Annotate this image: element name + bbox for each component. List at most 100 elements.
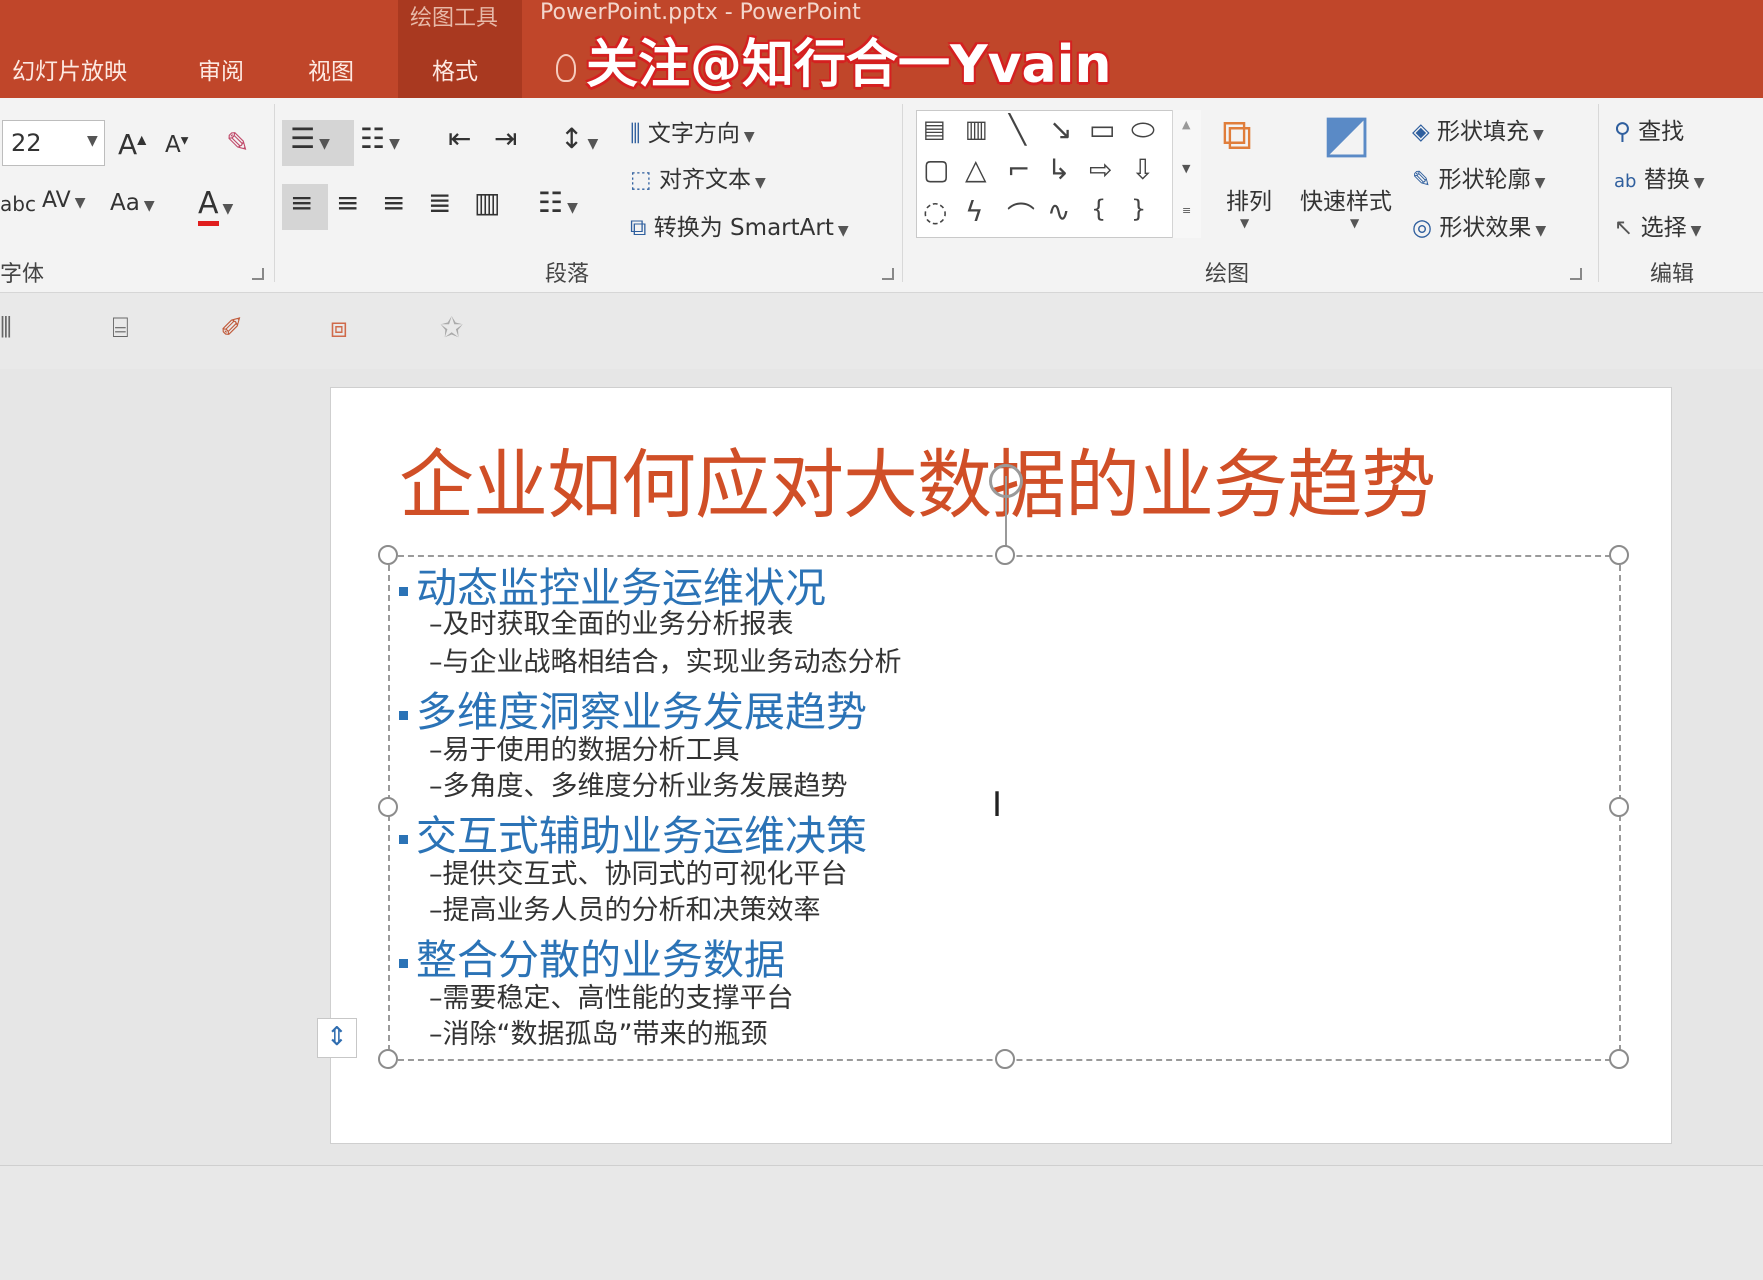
grow-font-button[interactable]: A▲ <box>118 128 146 161</box>
font-size-select[interactable]: 22 ▼ <box>2 120 105 166</box>
tab-format[interactable]: 格式 <box>432 52 478 86</box>
decrease-indent-icon: ⇤ <box>448 122 472 155</box>
quick-styles-button[interactable]: 快速样式 <box>1300 182 1392 216</box>
align-horizontal-icon[interactable]: ⫴ <box>0 311 12 345</box>
animation-star-icon[interactable]: ✩ <box>440 311 463 344</box>
resize-handle-top-right[interactable] <box>1609 545 1629 565</box>
resize-handle-top-left[interactable] <box>378 545 398 565</box>
shape-fill-button[interactable]: ◈ 形状填充 ▼ <box>1412 112 1544 146</box>
line-spacing-button[interactable]: ↕ ▼ <box>560 122 598 155</box>
shape-effects-label: 形状效果 <box>1439 215 1532 241</box>
columns-icon: ☷ <box>538 186 564 219</box>
arrange-button[interactable]: 排列 <box>1226 182 1272 216</box>
scroll-down-icon[interactable]: ▼ <box>1182 162 1190 175</box>
convert-smartart-label: 转换为 SmartArt <box>653 215 834 241</box>
tab-view[interactable]: 视图 <box>308 52 354 86</box>
resize-handle-bottom-left[interactable] <box>378 1049 398 1069</box>
new-slide-icon[interactable]: ⧈ <box>330 311 348 345</box>
resize-handle-right[interactable] <box>1609 797 1629 817</box>
resize-handle-left[interactable] <box>378 797 398 817</box>
elbow-connector-shape-icon[interactable]: ⌐ <box>1007 153 1030 186</box>
shape-gallery[interactable]: ▤ ▥ ╲ ↘ ▭ ⬭ ▢ △ ⌐ ↳ ⇨ ⇩ ◌ ϟ ⌒ ∿ { } <box>916 110 1201 238</box>
find-button[interactable]: ⚲ 查找 <box>1614 112 1684 146</box>
strikethrough-button[interactable]: abc <box>0 192 36 216</box>
pen-icon: ✎ <box>1412 167 1432 193</box>
text-direction-button[interactable]: ⫼ 文字方向 ▼ <box>630 114 755 148</box>
tab-review[interactable]: 审阅 <box>198 52 244 86</box>
watermark-overlay: 关注@知行合一Yvain <box>586 35 1112 95</box>
autofit-options-button[interactable]: ⇕ <box>317 1018 357 1058</box>
text-cursor-icon: I <box>992 785 1003 825</box>
triangle-shape-icon[interactable]: △ <box>965 153 987 186</box>
drawing-dialog-launcher[interactable] <box>1570 268 1582 280</box>
numbering-button[interactable]: ☷ ▼ <box>360 122 400 155</box>
shape-effects-button[interactable]: ◎ 形状效果 ▼ <box>1412 208 1546 242</box>
arc-shape-icon[interactable]: ⌒ <box>1007 195 1035 235</box>
paragraph-dialog-launcher[interactable] <box>882 268 894 280</box>
quick-styles-icon: ◩ <box>1322 104 1372 164</box>
format-painter-icon[interactable]: ✐ <box>220 311 243 344</box>
shape-gallery-scrollbar[interactable]: ▲ ▼ ≡ <box>1172 110 1201 238</box>
chevron-down-icon: ▼ <box>1535 223 1547 239</box>
align-text-icon: ⬚ <box>630 167 652 193</box>
resize-handle-bottom-right[interactable] <box>1609 1049 1629 1069</box>
curve-shape-icon[interactable]: ∿ <box>1047 195 1070 228</box>
char-spacing-button[interactable]: AV ▼ <box>42 188 85 213</box>
align-right-icon: ≡ <box>382 186 406 219</box>
gallery-more-icon[interactable]: ≡ <box>1182 204 1191 217</box>
left-brace-shape-icon[interactable]: { <box>1091 195 1106 223</box>
oval-shape-icon[interactable]: ⬭ <box>1131 113 1155 147</box>
chevron-down-icon: ▼ <box>1534 175 1546 191</box>
align-text-button[interactable]: ⬚ 对齐文本 ▼ <box>630 160 766 194</box>
shape-fill-label: 形状填充 <box>1437 119 1530 145</box>
numbered-list-icon: ☷ <box>360 122 386 155</box>
decrease-indent-button[interactable]: ⇤ <box>448 122 471 155</box>
text-box-shape-icon[interactable]: ▤ <box>923 115 946 143</box>
convert-smartart-button[interactable]: ⧉ 转换为 SmartArt ▼ <box>630 208 849 242</box>
right-brace-shape-icon[interactable]: } <box>1131 195 1146 223</box>
rounded-rectangle-shape-icon[interactable]: ▢ <box>923 153 949 186</box>
group-divider <box>1598 104 1599 282</box>
elbow-arrow-shape-icon[interactable]: ↳ <box>1047 153 1070 186</box>
slide-title[interactable]: 企业如何应对大数据的业务趋势 <box>399 424 1436 533</box>
scroll-up-icon[interactable]: ▲ <box>1182 118 1190 131</box>
arrow-line-shape-icon[interactable]: ↘ <box>1049 113 1072 146</box>
increase-indent-button[interactable]: ⇥ <box>494 122 517 155</box>
line-shape-icon[interactable]: ╲ <box>1009 113 1026 146</box>
right-arrow-shape-icon[interactable]: ⇨ <box>1089 153 1112 186</box>
font-color-icon: A <box>198 186 219 226</box>
font-dialog-launcher[interactable] <box>252 268 264 280</box>
chevron-down-icon: ▼ <box>755 175 766 191</box>
select-button[interactable]: ↖ 选择 ▼ <box>1614 208 1701 242</box>
resize-handle-top[interactable] <box>995 545 1015 565</box>
font-color-button[interactable]: A ▼ <box>198 186 234 226</box>
shrink-font-button[interactable]: A▼ <box>165 132 188 158</box>
clear-formatting-button[interactable]: ✎ <box>226 126 249 159</box>
replace-button[interactable]: ab 替换 ▼ <box>1614 160 1705 194</box>
scribble-shape-icon[interactable]: ϟ <box>965 195 983 228</box>
resize-handle-bottom[interactable] <box>995 1049 1015 1069</box>
sub-bullet-item: –与企业战略相结合，实现业务动态分析 <box>429 647 902 678</box>
vertical-text-box-shape-icon[interactable]: ▥ <box>965 115 988 143</box>
align-vertical-icon[interactable]: ⌸ <box>112 311 129 345</box>
columns-button[interactable]: ☷ ▼ <box>538 186 578 219</box>
tell-me-bulb-icon[interactable] <box>556 54 576 82</box>
bullets-button[interactable]: ☰ ▼ <box>290 122 330 155</box>
chevron-down-icon: ▼ <box>743 129 755 145</box>
rectangle-shape-icon[interactable]: ▭ <box>1089 113 1115 146</box>
change-case-button[interactable]: Aa ▼ <box>110 190 155 216</box>
shrink-font-icon: A <box>165 132 181 158</box>
shape-outline-button[interactable]: ✎ 形状轮廓 ▼ <box>1412 160 1545 194</box>
slide-canvas[interactable]: 企业如何应对大数据的业务趋势 动态监控业务运维状况 –及时获取全面的业务分析报表… <box>330 387 1672 1144</box>
tab-slideshow[interactable]: 幻灯片放映 <box>12 52 127 86</box>
align-right-button[interactable]: ≡ <box>382 186 405 219</box>
distribute-button[interactable]: ▥ <box>474 186 500 219</box>
down-arrow-shape-icon[interactable]: ⇩ <box>1131 153 1154 186</box>
justify-button[interactable]: ≣ <box>428 186 451 219</box>
chevron-down-icon: ▼ <box>222 201 234 217</box>
rotate-handle[interactable] <box>989 464 1023 498</box>
distribute-icon: ▥ <box>474 186 501 219</box>
align-center-button[interactable]: ≡ <box>336 186 359 219</box>
freeform-shape-icon[interactable]: ◌ <box>923 195 947 228</box>
align-left-button[interactable]: ≡ <box>290 186 313 219</box>
